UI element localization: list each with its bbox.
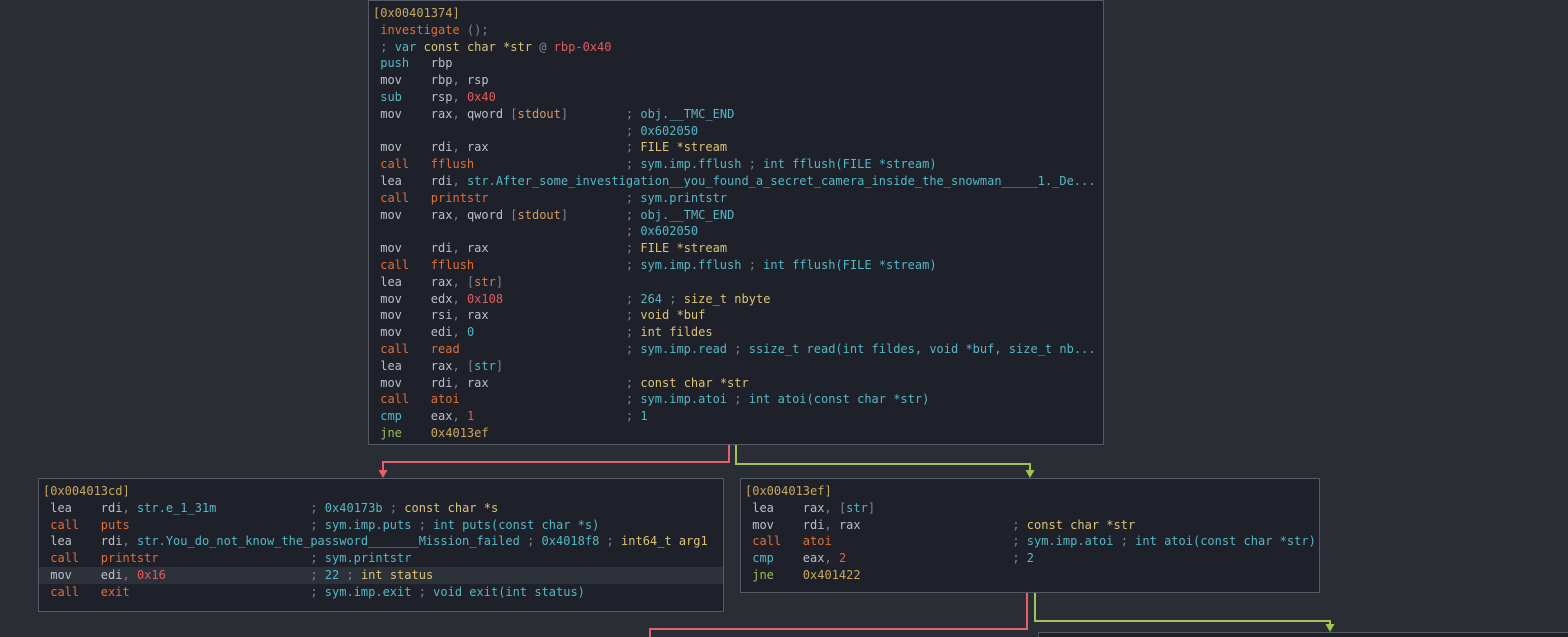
asm-line[interactable]: sub rsp, 0x40	[369, 89, 1103, 106]
asm-line[interactable]: mov rbp, rsp	[369, 72, 1103, 89]
asm-line[interactable]: call fflush ; sym.imp.fflush ; int fflus…	[369, 257, 1103, 274]
asm-line[interactable]: call fflush ; sym.imp.fflush ; int fflus…	[369, 156, 1103, 173]
asm-line[interactable]: mov rdi, rax ; FILE *stream	[369, 240, 1103, 257]
block-header-address: [0x004013cd]	[39, 483, 723, 500]
asm-line[interactable]: ; 0x602050	[369, 123, 1103, 140]
asm-line[interactable]: mov rax, qword [stdout] ; obj.__TMC_END	[369, 207, 1103, 224]
asm-line[interactable]: lea rdi, str.You_do_not_know_the_passwor…	[39, 533, 723, 550]
asm-line[interactable]: push rbp	[369, 55, 1103, 72]
asm-line[interactable]: ; 0x602050	[369, 223, 1103, 240]
graph-canvas[interactable]: [0x00401374] investigate (); ; var const…	[0, 0, 1568, 637]
asm-line[interactable]: mov rdi, rax ; const char *str	[741, 517, 1319, 534]
asm-line[interactable]: mov rax, qword [stdout] ; obj.__TMC_END	[369, 106, 1103, 123]
asm-line[interactable]: call atoi ; sym.imp.atoi ; int atoi(cons…	[369, 391, 1103, 408]
asm-line[interactable]: cmp eax, 2 ; 2	[741, 550, 1319, 567]
asm-line[interactable]: lea rdi, str.After_some_investigation__y…	[369, 173, 1103, 190]
edge-false-0x401374-to-0x4013cd-arrowhead	[379, 470, 388, 478]
asm-line[interactable]: jne 0x4013ef	[369, 425, 1103, 442]
basic-block-0x004013cd[interactable]: [0x004013cd] lea rdi, str.e_1_31m ; 0x40…	[38, 478, 724, 612]
edge-true-0x401374-to-0x4013ef	[736, 445, 1030, 470]
asm-line[interactable]: mov edi, 0 ; int fildes	[369, 324, 1103, 341]
asm-line[interactable]: investigate ();	[369, 22, 1103, 39]
asm-line[interactable]: call read ; sym.imp.read ; ssize_t read(…	[369, 341, 1103, 358]
asm-line[interactable]: call printstr ; sym.printstr	[369, 190, 1103, 207]
edge-true-0x4013ef-to-0x401422-arrowhead	[1326, 624, 1335, 632]
edge-true-0x4013ef-to-0x401422	[1035, 593, 1330, 625]
asm-line[interactable]: lea rax, [str]	[741, 500, 1319, 517]
asm-line-selected[interactable]: mov edi, 0x16 ; 22 ; int status	[39, 567, 723, 584]
edge-true-0x401374-to-0x4013ef-arrowhead	[1026, 470, 1035, 478]
asm-line[interactable]: lea rax, [str]	[369, 358, 1103, 375]
basic-block-partial-bottom[interactable]	[1038, 632, 1568, 637]
asm-line[interactable]: cmp eax, 1 ; 1	[369, 408, 1103, 425]
basic-block-0x004013ef[interactable]: [0x004013ef] lea rax, [str] mov rdi, rax…	[740, 478, 1320, 593]
asm-line[interactable]: lea rdi, str.e_1_31m ; 0x40173b ; const …	[39, 500, 723, 517]
asm-line[interactable]: call printstr ; sym.printstr	[39, 550, 723, 567]
asm-line[interactable]: call atoi ; sym.imp.atoi ; int atoi(cons…	[741, 533, 1319, 550]
asm-line[interactable]: mov rdi, rax ; const char *str	[369, 375, 1103, 392]
asm-line[interactable]: mov rsi, rax ; void *buf	[369, 307, 1103, 324]
asm-line[interactable]: ; var const char *str @ rbp-0x40	[369, 39, 1103, 56]
asm-line[interactable]: mov rdi, rax ; FILE *stream	[369, 139, 1103, 156]
asm-line[interactable]: lea rax, [str]	[369, 274, 1103, 291]
asm-line[interactable]: call puts ; sym.imp.puts ; int puts(cons…	[39, 517, 723, 534]
basic-block-0x00401374[interactable]: [0x00401374] investigate (); ; var const…	[368, 0, 1104, 445]
asm-line[interactable]: jne 0x401422	[741, 567, 1319, 584]
block-header-address: [0x004013ef]	[741, 483, 1319, 500]
block-header-address: [0x00401374]	[369, 5, 1103, 22]
asm-line[interactable]: call exit ; sym.imp.exit ; void exit(int…	[39, 584, 723, 601]
asm-line[interactable]: mov edx, 0x108 ; 264 ; size_t nbyte	[369, 291, 1103, 308]
edge-false-0x401374-to-0x4013cd	[383, 445, 729, 470]
